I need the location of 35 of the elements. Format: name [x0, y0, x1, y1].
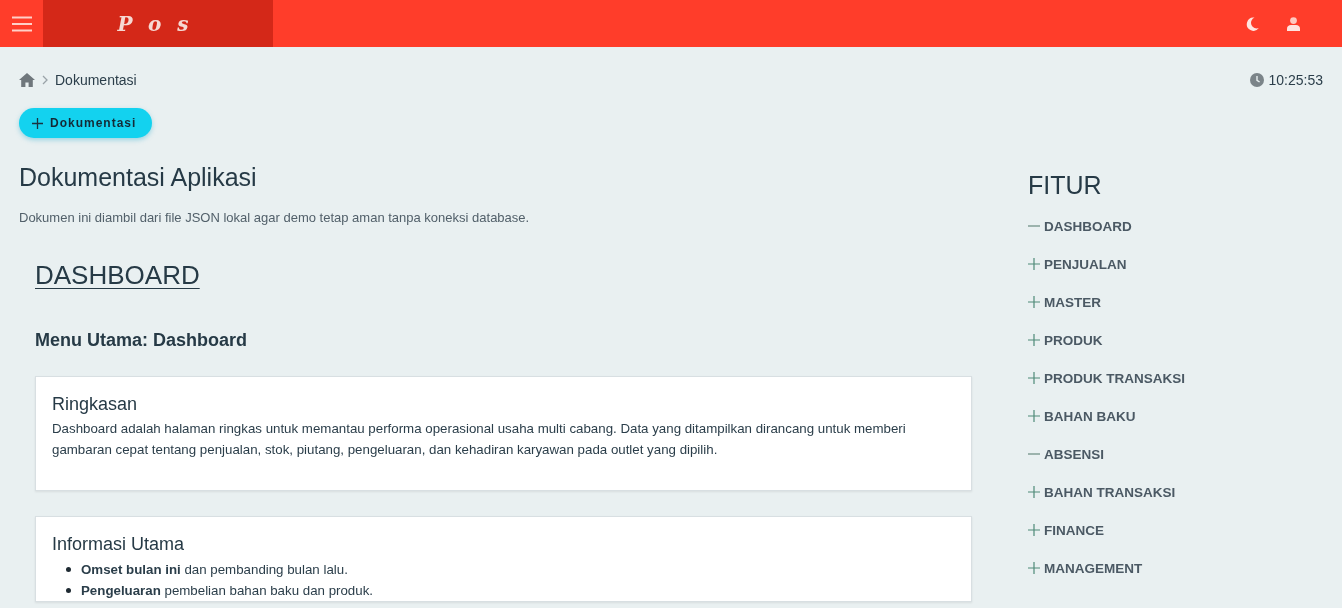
feature-menu-item[interactable]: PENJUALAN — [1028, 245, 1127, 283]
plus-icon — [32, 117, 43, 129]
menu-icon — [11, 15, 32, 32]
feature-menu-item[interactable]: PRODUK — [1028, 321, 1103, 359]
section-subtitle: Menu Utama: Dashboard — [35, 329, 249, 351]
moon-icon — [1246, 16, 1259, 31]
home-icon[interactable] — [19, 73, 35, 87]
list-item-text: Omset bulan ini dan pembanding bulan lalu. — [81, 562, 348, 577]
card-text: Dashboard adalah halaman ringkas untuk memantau performa operasional usaha multi cabang. Data yang ditampilkan dirancang untuk memberi gambaran cepat tentang penjualan, stok, piutang, pengeluaran, dan kehadiran karyawan pada outlet yang dipilih. — [52, 420, 907, 459]
clock-time: 10:25:53 — [1268, 72, 1323, 88]
user-icon — [1287, 16, 1300, 31]
feature-menu-item[interactable]: MANAGEMENT — [1028, 549, 1143, 587]
feature-menu-item[interactable]: DASHBOARD — [1028, 207, 1132, 245]
list-item-text: Pengeluaran pembelian bahan baku dan produk. — [81, 583, 373, 598]
section-title: DASHBOARD — [35, 260, 200, 290]
bullet-icon — [66, 588, 71, 593]
card-title: Ringkasan — [52, 393, 139, 415]
logo: Pos — [116, 11, 205, 36]
feature-menu-item[interactable]: PRODUK TRANSAKSI — [1028, 359, 1185, 397]
breadcrumb-item: Dokumentasi — [55, 72, 137, 88]
page-description: Dokumen ini diambil dari file JSON lokal agar demo tetap aman tanpa koneksi database. — [19, 210, 531, 226]
sidebar-title: FITUR — [1028, 170, 1103, 200]
clock-icon — [1249, 73, 1264, 87]
dark-mode-button[interactable] — [1246, 16, 1259, 31]
feature-menu-item[interactable]: BAHAN BAKU — [1028, 397, 1136, 435]
chevron-right-icon — [42, 75, 48, 85]
feature-menu-item[interactable]: BAHAN TRANSAKSI — [1028, 473, 1176, 511]
add-documentation-button[interactable]: Dokumentasi — [19, 108, 153, 138]
feature-menu-item[interactable]: FINANCE — [1028, 511, 1104, 549]
feature-menu-item[interactable]: MASTER — [1028, 283, 1101, 321]
page-title: Dokumentasi Aplikasi — [19, 162, 258, 193]
user-button[interactable] — [1287, 16, 1300, 31]
card-title: Informasi Utama — [52, 533, 186, 555]
feature-menu-item[interactable]: ABSENSI — [1028, 435, 1104, 473]
bullet-icon — [66, 567, 71, 572]
